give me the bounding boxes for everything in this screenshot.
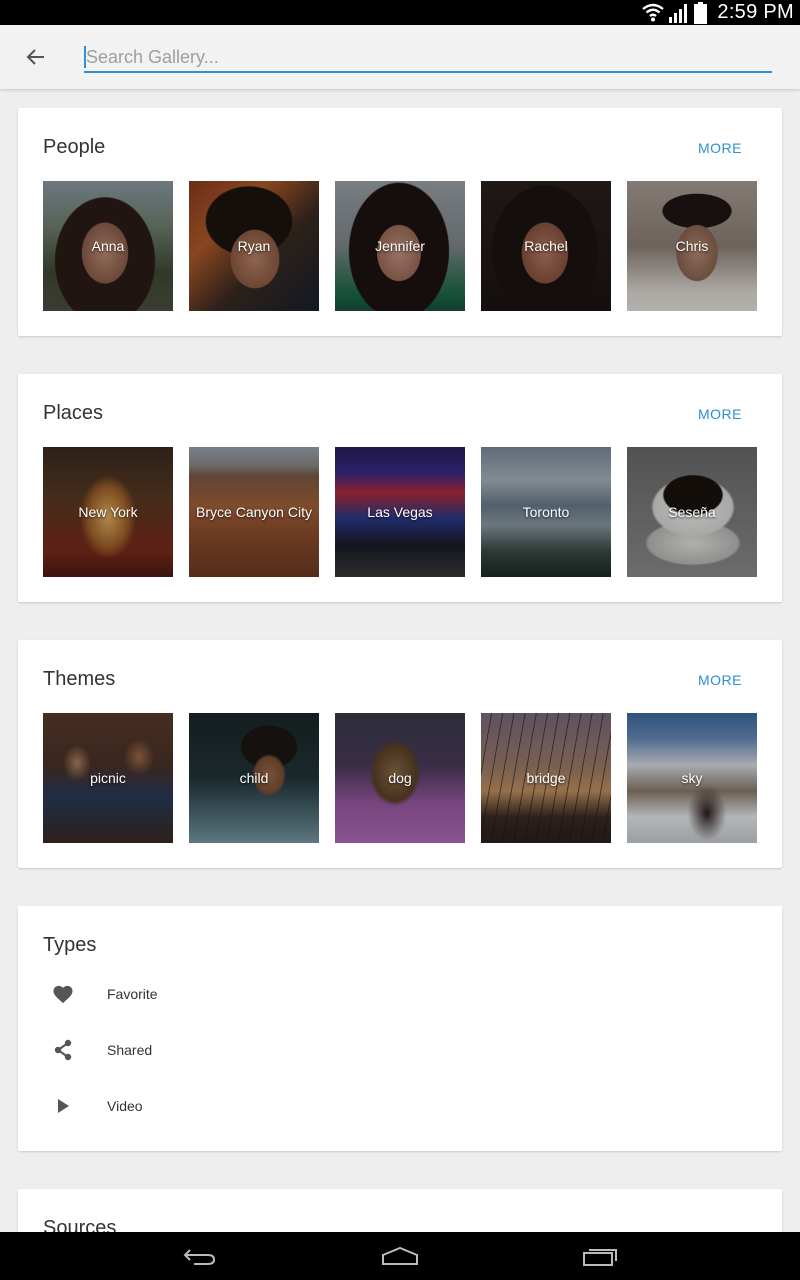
tile-label: Chris (675, 238, 709, 254)
tile-label: Bryce Canyon City (196, 504, 312, 520)
types-card: Types Favorite Shared Video (18, 906, 782, 1151)
search-bar (0, 25, 800, 89)
type-video[interactable]: Video (43, 1086, 743, 1126)
theme-tile-child[interactable]: child (189, 713, 319, 843)
tile-label: child (239, 770, 269, 786)
nav-back-button[interactable] (176, 1242, 224, 1270)
person-tile-ryan[interactable]: Ryan (189, 181, 319, 311)
recents-icon (583, 1249, 617, 1266)
place-tile-sesena[interactable]: Seseña (627, 447, 757, 577)
tile-label: picnic (90, 770, 126, 786)
people-tiles: Anna Ryan Jennifer Rachel Chris (43, 181, 757, 311)
tile-label: sky (681, 770, 703, 786)
tile-label: Las Vegas (367, 504, 433, 520)
themes-card: Themes MORE picnic child dog bridge sky (18, 640, 782, 868)
sources-card: Sources (18, 1189, 782, 1232)
person-tile-rachel[interactable]: Rachel (481, 181, 611, 311)
themes-more-button[interactable]: MORE (698, 672, 742, 688)
navigation-bar (0, 1232, 800, 1280)
place-tile-las-vegas[interactable]: Las Vegas (335, 447, 465, 577)
type-favorite[interactable]: Favorite (43, 974, 743, 1014)
people-card: People MORE Anna Ryan Jennifer Rachel Ch… (18, 108, 782, 336)
type-shared[interactable]: Shared (43, 1030, 743, 1070)
places-card: Places MORE New York Bryce Canyon City L… (18, 374, 782, 602)
signal-icon (668, 3, 690, 23)
person-tile-chris[interactable]: Chris (627, 181, 757, 311)
back-icon (183, 1249, 216, 1265)
theme-tile-picnic[interactable]: picnic (43, 713, 173, 843)
types-title: Types (43, 934, 97, 956)
battery-icon (694, 1, 708, 24)
place-tile-bryce-canyon-city[interactable]: Bryce Canyon City (189, 447, 319, 577)
share-icon (43, 1030, 83, 1070)
people-more-button[interactable]: MORE (698, 140, 742, 156)
heart-icon (43, 974, 83, 1014)
search-input[interactable] (84, 43, 772, 71)
type-label: Shared (107, 1042, 153, 1058)
place-tile-new-york[interactable]: New York (43, 447, 173, 577)
places-title: Places (43, 402, 104, 424)
tile-label: Anna (91, 238, 125, 254)
tile-label: New York (78, 504, 138, 520)
person-tile-jennifer[interactable]: Jennifer (335, 181, 465, 311)
play-icon (43, 1086, 83, 1126)
themes-tiles: picnic child dog bridge sky (43, 713, 757, 843)
status-icons: 2:59 PM (642, 0, 794, 25)
theme-tile-sky[interactable]: sky (627, 713, 757, 843)
person-tile-anna[interactable]: Anna (43, 181, 173, 311)
places-tiles: New York Bryce Canyon City Las Vegas Tor… (43, 447, 757, 577)
tile-label: bridge (526, 770, 566, 786)
tile-label: dog (388, 770, 412, 786)
themes-title: Themes (43, 668, 116, 690)
tile-label: Toronto (522, 504, 570, 520)
tile-label: Jennifer (375, 238, 425, 254)
back-button[interactable] (18, 39, 54, 75)
type-label: Video (107, 1098, 143, 1114)
arrow-left-icon (26, 49, 44, 65)
home-icon (382, 1246, 418, 1265)
sources-title: Sources (43, 1217, 117, 1232)
people-title: People (43, 136, 106, 158)
tile-label: Ryan (237, 238, 271, 254)
nav-home-button[interactable] (376, 1242, 424, 1270)
text-cursor (84, 46, 86, 68)
search-field[interactable] (84, 43, 772, 73)
wifi-icon (642, 3, 665, 23)
place-tile-toronto[interactable]: Toronto (481, 447, 611, 577)
theme-tile-dog[interactable]: dog (335, 713, 465, 843)
nav-recents-button[interactable] (576, 1242, 624, 1270)
tile-label: Seseña (668, 504, 716, 520)
tile-label: Rachel (524, 238, 568, 254)
type-label: Favorite (107, 986, 158, 1002)
status-time: 2:59 PM (717, 1, 794, 23)
places-more-button[interactable]: MORE (698, 406, 742, 422)
content-scroll[interactable]: People MORE Anna Ryan Jennifer Rachel Ch… (0, 89, 800, 1232)
status-bar: 2:59 PM (0, 0, 800, 25)
theme-tile-bridge[interactable]: bridge (481, 713, 611, 843)
